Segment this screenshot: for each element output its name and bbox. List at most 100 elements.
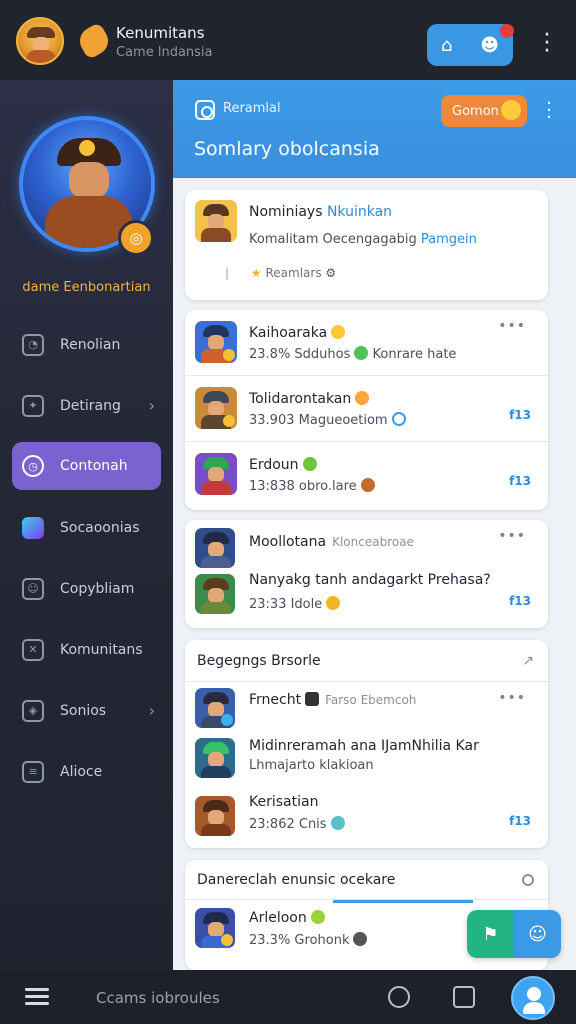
item-thumbnail bbox=[195, 688, 235, 728]
thumb-badge-icon bbox=[223, 349, 235, 361]
sidebar-item-label: Alioce bbox=[60, 763, 103, 780]
item-subtitle: 13:838 obro.lare bbox=[249, 478, 375, 494]
item-title: Nanyakg tanh andagarkt Prehasa? bbox=[249, 572, 491, 588]
smiley-icon bbox=[355, 391, 370, 405]
featured-subtitle-text: Komalitam Oecengagabig bbox=[249, 232, 417, 247]
sidebar-item-label: Detirang bbox=[60, 397, 121, 414]
camera-icon[interactable] bbox=[195, 100, 215, 120]
header-more-icon[interactable]: · · · bbox=[545, 95, 553, 127]
sidebar-item-copybliam[interactable]: ☺ Copybliam bbox=[0, 558, 173, 619]
thumb-badge-icon bbox=[221, 934, 233, 946]
item-title: Frnecht Farso Ebemcoh bbox=[249, 692, 416, 708]
more-menu-icon[interactable]: · · · bbox=[540, 25, 554, 63]
sidebar-item-label: Contonah bbox=[60, 458, 128, 474]
thumb-face bbox=[208, 467, 224, 482]
sidebar-item-label: Renolian bbox=[60, 336, 121, 353]
item-title: Moollotana Klonceabroae bbox=[249, 534, 414, 550]
flag-icon[interactable]: ⚑ bbox=[467, 910, 514, 958]
item-thumbnail bbox=[195, 574, 235, 614]
featured-card[interactable]: Nominiays Nkuinkan Komalitam Oecengagabi… bbox=[185, 190, 548, 300]
sidebar-nav: ◔ Renolian ✦ Detirang › ◷ Contonah Socao… bbox=[0, 314, 173, 802]
item-tag: f13 bbox=[509, 594, 531, 608]
item-sub-text: 23:862 Cnis bbox=[249, 817, 327, 832]
thumb-face bbox=[208, 335, 224, 350]
list-item[interactable]: Frnecht Farso Ebemcoh ••• bbox=[185, 682, 548, 736]
item-sub-text: 13:838 obro.lare bbox=[249, 479, 357, 494]
sidebar-item-contonah[interactable]: ◷ Contonah bbox=[12, 442, 161, 490]
item-subtitle: 23:33 Idole bbox=[249, 596, 341, 612]
section-header[interactable]: Begegngs Brsorle ↗ bbox=[185, 640, 548, 682]
item-subtitle: Lhmajarto klakioan bbox=[249, 758, 374, 773]
item-thumbnail bbox=[195, 796, 235, 836]
user-avatar[interactable] bbox=[16, 17, 64, 65]
item-thumbnail bbox=[195, 321, 237, 363]
item-sub-text: 33.903 bbox=[249, 413, 295, 428]
featured-title-accent: Nkuinkan bbox=[326, 204, 393, 220]
game-list-card: Kaihoaraka 23.8% Sdduhos Konrare hate ••… bbox=[185, 310, 548, 510]
list-item[interactable]: Kerisatian 23:862 Cnis f13 bbox=[185, 790, 548, 848]
hero-face bbox=[69, 162, 109, 198]
notification-badge bbox=[500, 24, 514, 38]
bird-icon: ✦ bbox=[22, 394, 44, 417]
smiley-icon bbox=[330, 816, 345, 830]
store-icon[interactable]: ⌂ bbox=[441, 35, 452, 56]
item-title: Kaihoaraka bbox=[249, 325, 346, 341]
profile-avatar-button[interactable] bbox=[511, 976, 555, 1020]
activity-card: Moollotana Klonceabroae ••• Nanyakg tanh … bbox=[185, 520, 548, 628]
top-bar: Kenumitans Came lndansia ⌂ ☻ · · · bbox=[0, 0, 576, 80]
list-item[interactable]: Tolidarontakan 33.903 Magueoetiom f13 bbox=[185, 376, 548, 442]
more-icon[interactable]: ••• bbox=[498, 318, 526, 334]
hamburger-menu-icon[interactable] bbox=[25, 988, 49, 1006]
item-thumbnail bbox=[195, 453, 237, 495]
coin-badge-icon: ◎ bbox=[118, 220, 154, 256]
clipboard-icon[interactable] bbox=[453, 986, 475, 1008]
smiley-icon bbox=[326, 596, 341, 610]
sidebar: ◎ dame Eenbonartian ◔ Renolian ✦ Detiran… bbox=[0, 80, 173, 970]
featured-meta: | ★ Reamlars ⚙ bbox=[225, 266, 336, 280]
list-item[interactable]: Midinreramah ana IJamNhilia Kar Lhmajart… bbox=[185, 736, 548, 790]
people-icon[interactable]: ☺ bbox=[514, 910, 561, 958]
more-icon[interactable]: ••• bbox=[498, 690, 526, 706]
item-title: Midinreramah ana IJamNhilia Kar bbox=[249, 738, 479, 754]
wrench-icon bbox=[22, 516, 44, 539]
item-subtitle: 33.903 Magueoetiom bbox=[249, 412, 406, 428]
hand-icon bbox=[305, 692, 320, 706]
thumb-badge-icon bbox=[223, 415, 235, 427]
chevron-right-icon: ↗ bbox=[522, 652, 534, 669]
app-subtitle: Came lndansia bbox=[116, 45, 213, 60]
hero-coin-icon bbox=[79, 140, 95, 156]
main-header: Reramlal Gomon · · · Somlary obolcansia bbox=[173, 80, 576, 178]
header-pill-button[interactable]: Gomon bbox=[441, 95, 527, 127]
section-card: Begegngs Brsorle ↗ Frnecht Farso Ebemcoh … bbox=[185, 640, 548, 848]
item-title-text: Frnecht bbox=[249, 692, 302, 708]
sidebar-item-socaoonias[interactable]: Socaoonias bbox=[0, 497, 173, 558]
featured-thumbnail bbox=[195, 200, 237, 242]
featured-title: Nominiays Nkuinkan bbox=[249, 204, 392, 220]
list-item[interactable]: Erdoun 13:838 obro.lare f13 bbox=[185, 442, 548, 508]
more-icon[interactable]: ••• bbox=[498, 528, 526, 544]
sidebar-item-komunitans[interactable]: ✕ Komunitans bbox=[0, 619, 173, 680]
gauge-icon: ◔ bbox=[22, 333, 44, 356]
profile-name: dame Eenbonartian bbox=[22, 280, 151, 295]
sidebar-item-sonios[interactable]: ◈ Sonios › bbox=[0, 680, 173, 741]
face-icon bbox=[353, 932, 368, 946]
thumb-face bbox=[208, 401, 224, 416]
list-item[interactable]: Moollotana Klonceabroae ••• bbox=[185, 520, 548, 568]
chat-icon[interactable] bbox=[388, 986, 410, 1008]
thumb-face bbox=[208, 588, 224, 603]
leaf-icon bbox=[302, 457, 317, 471]
list-item[interactable]: Kaihoaraka 23.8% Sdduhos Konrare hate ••… bbox=[185, 310, 548, 376]
item-title-text: Arleloon bbox=[249, 910, 307, 926]
sidebar-item-alioce[interactable]: ≡ Alioce bbox=[0, 741, 173, 802]
smiley-icon bbox=[331, 325, 346, 339]
shield-icon: ◈ bbox=[22, 699, 44, 722]
sidebar-item-detirang[interactable]: ✦ Detirang › bbox=[0, 375, 173, 436]
item-title-text: Tolidarontakan bbox=[249, 391, 352, 407]
people-icon: ☺ bbox=[22, 577, 44, 600]
item-sub-extra: Magueoetiom bbox=[298, 413, 388, 428]
smiley-icon[interactable]: ☻ bbox=[480, 35, 499, 56]
sidebar-item-label: Copybliam bbox=[60, 580, 135, 597]
section-header[interactable]: Danereclah enunsic ocekare bbox=[185, 860, 548, 900]
sidebar-item-renolian[interactable]: ◔ Renolian bbox=[0, 314, 173, 375]
list-item[interactable]: Nanyakg tanh andagarkt Prehasa? 23:33 Id… bbox=[185, 564, 548, 628]
